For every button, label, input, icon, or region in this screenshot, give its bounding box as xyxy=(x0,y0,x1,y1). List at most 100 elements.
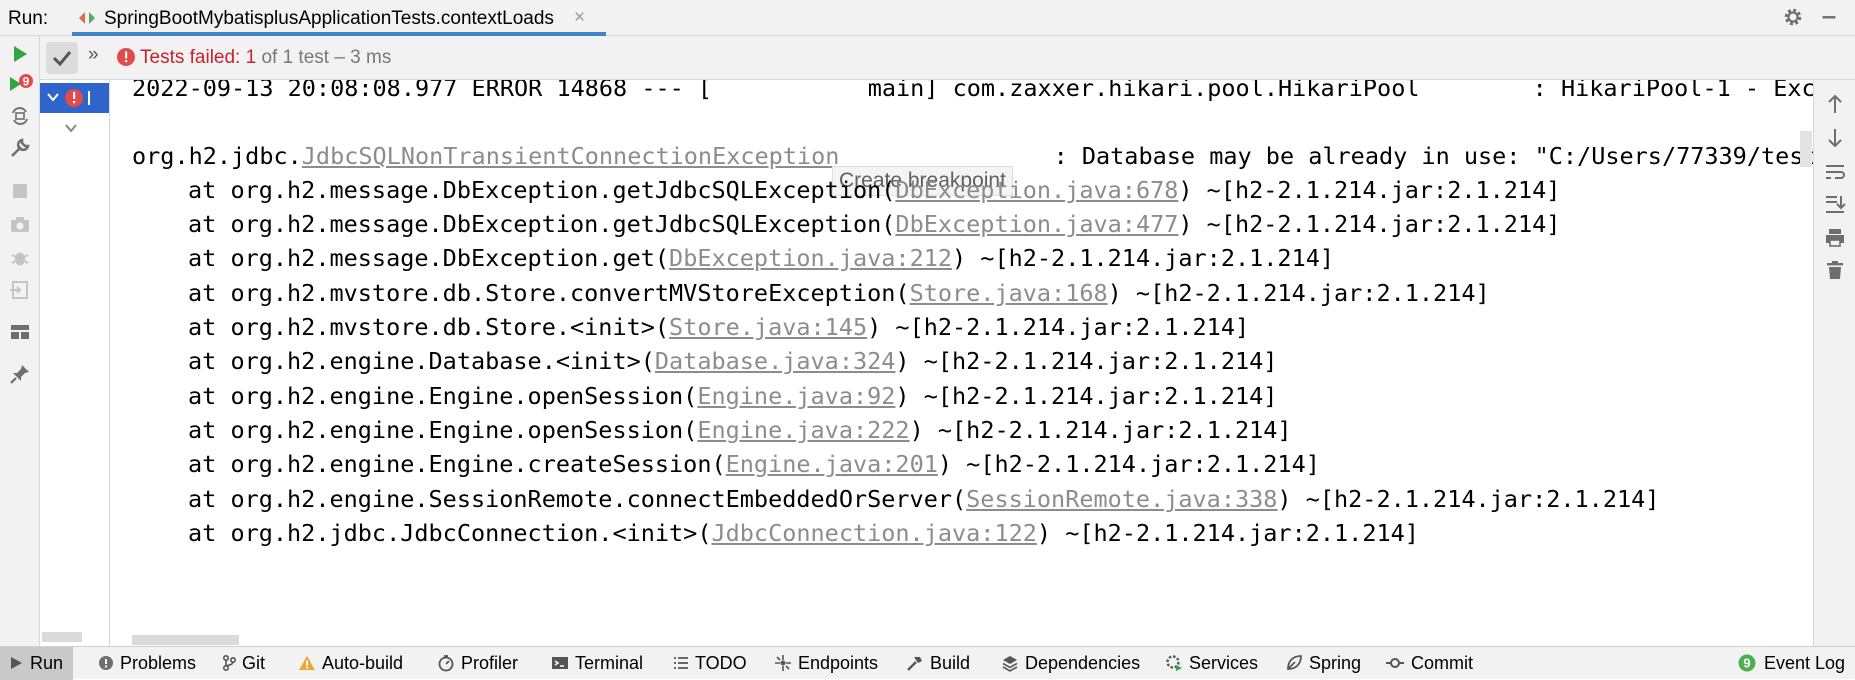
spring-leaf-icon xyxy=(1287,655,1302,671)
log-error-line: 2022-09-13 20:08:08.977 ERROR 14868 --- … xyxy=(132,80,1813,102)
toolwindow-git-button[interactable]: Git xyxy=(222,647,265,680)
svg-text:9: 9 xyxy=(1743,656,1750,671)
source-link[interactable]: Store.java:145 xyxy=(669,313,867,341)
stack-frame: at org.h2.jdbc.JdbcConnection.<init>(Jdb… xyxy=(188,519,1419,547)
toolwindow-services-button[interactable]: Services xyxy=(1165,647,1258,680)
source-link[interactable]: JdbcConnection.java:122 xyxy=(711,519,1036,547)
pin-icon[interactable] xyxy=(8,362,32,386)
toolwindow-run-button[interactable]: Run xyxy=(0,647,74,680)
stack-frame: at org.h2.message.DbException.getJdbcSQL… xyxy=(188,210,1561,238)
toggle-auto-test-icon[interactable] xyxy=(8,104,32,128)
toolwindow-endpoints-button[interactable]: Endpoints xyxy=(774,647,878,680)
test-diamond-icon xyxy=(78,10,96,31)
arrow-down-icon[interactable] xyxy=(1823,126,1847,150)
problems-icon xyxy=(99,656,113,671)
source-link[interactable]: Store.java:168 xyxy=(910,279,1108,307)
run-configuration-tab[interactable]: SpringBootMybatisplusApplicationTests.co… xyxy=(72,0,606,36)
close-tab-icon[interactable]: × xyxy=(574,7,585,29)
stack-frame: at org.h2.mvstore.db.Store.<init>(Store.… xyxy=(188,313,1250,341)
toolwindow-auto-build-button[interactable]: Auto-build xyxy=(298,647,403,680)
print-icon[interactable] xyxy=(1823,226,1847,250)
stack-frame: at org.h2.engine.Database.<init>(Databas… xyxy=(188,347,1278,375)
tests-total-duration: of 1 test – 3 ms xyxy=(256,47,392,68)
toolwindow-spring-button[interactable]: Spring xyxy=(1285,647,1361,680)
console-output[interactable]: 2022-09-13 20:08:08.977 ERROR 14868 --- … xyxy=(110,80,1813,646)
gear-icon[interactable] xyxy=(1782,6,1804,33)
tab-title: SpringBootMybatisplusApplicationTests.co… xyxy=(104,8,554,29)
source-link[interactable]: Engine.java:222 xyxy=(697,416,909,444)
exception-class-link[interactable]: JdbcSQLNonTransientConnectionException xyxy=(302,142,840,170)
run-label: Run: xyxy=(8,8,49,29)
tool-window-bar: Run Problems Git Auto-build Profiler Ter… xyxy=(0,646,1855,680)
check-icon xyxy=(52,51,72,67)
run-left-toolbar: 9 xyxy=(0,36,40,646)
stack-frame: at org.h2.engine.SessionRemote.connectEm… xyxy=(188,485,1660,513)
soft-wrap-icon[interactable] xyxy=(1823,160,1847,184)
endpoints-icon xyxy=(775,655,791,672)
warning-icon xyxy=(299,656,315,671)
rerun-failed-tests-icon[interactable]: 9 xyxy=(8,72,33,96)
error-icon xyxy=(116,47,136,72)
rerun-icon[interactable] xyxy=(8,42,32,66)
exit-icon[interactable] xyxy=(8,278,32,302)
stack-frame: at org.h2.message.DbException.get(DbExce… xyxy=(188,244,1335,272)
tree-row-root-test[interactable] xyxy=(40,83,109,113)
tree-horizontal-scrollbar[interactable] xyxy=(42,632,82,642)
layout-icon[interactable] xyxy=(8,320,32,344)
source-link[interactable]: Database.java:324 xyxy=(655,347,896,375)
toolwindow-event-log-button[interactable]: 9 Event Log xyxy=(1738,647,1845,680)
toolwindow-terminal-button[interactable]: Terminal xyxy=(551,647,643,680)
list-icon xyxy=(674,657,688,670)
show-passed-toggle[interactable] xyxy=(46,42,78,74)
test-status-bar: » Tests failed: 1 of 1 test – 3 ms xyxy=(40,36,1855,80)
expand-chevron-icon xyxy=(47,93,59,102)
toolwindow-problems-button[interactable]: Problems xyxy=(98,647,196,680)
source-link[interactable]: Engine.java:92 xyxy=(697,382,895,410)
more-actions-chevron[interactable]: » xyxy=(88,44,99,66)
scroll-to-end-icon[interactable] xyxy=(1823,192,1847,216)
source-link[interactable]: Engine.java:201 xyxy=(726,450,938,478)
toolwindow-commit-button[interactable]: Commit xyxy=(1385,647,1473,680)
toolwindow-todo-button[interactable]: TODO xyxy=(673,647,747,680)
event-log-badge-icon: 9 xyxy=(1738,654,1756,672)
stack-frame: at org.h2.engine.Engine.openSession(Engi… xyxy=(188,382,1278,410)
console-vertical-scrollbar[interactable] xyxy=(1800,131,1812,167)
run-toolwindow-header: Run: SpringBootMybatisplusApplicationTes… xyxy=(0,0,1855,36)
profiler-icon xyxy=(438,655,454,672)
stack-frame: at org.h2.engine.Engine.createSession(En… xyxy=(188,450,1320,478)
terminal-icon xyxy=(552,657,568,670)
stop-icon[interactable] xyxy=(8,179,32,203)
toolwindow-build-button[interactable]: Build xyxy=(906,647,970,680)
source-link[interactable]: DbException.java:678 xyxy=(895,176,1178,204)
commit-icon xyxy=(1386,658,1404,669)
toolwindow-dependencies-button[interactable]: Dependencies xyxy=(1001,647,1140,680)
console-horizontal-scrollbar[interactable] xyxy=(132,635,239,645)
wrench-icon[interactable] xyxy=(8,136,32,160)
play-icon xyxy=(11,657,22,670)
git-icon xyxy=(222,655,237,672)
source-link[interactable]: DbException.java:212 xyxy=(669,244,952,272)
console-right-toolbar xyxy=(1813,80,1855,646)
exception-message: : Database may be already in use: "C:/Us… xyxy=(1039,142,1813,170)
source-link[interactable]: SessionRemote.java:338 xyxy=(966,485,1277,513)
tests-failed-count: Tests failed: 1 xyxy=(140,47,257,68)
camera-icon[interactable] xyxy=(8,213,32,237)
failed-count-badge: 9 xyxy=(23,75,30,89)
hammer-icon xyxy=(907,657,922,672)
stack-frame: at org.h2.engine.Engine.openSession(Engi… xyxy=(188,416,1292,444)
minimize-icon[interactable] xyxy=(1818,6,1840,33)
arrow-up-icon[interactable] xyxy=(1823,92,1847,116)
tree-row-child[interactable] xyxy=(40,115,109,143)
test-tree xyxy=(40,80,110,646)
exception-package: org.h2.jdbc. xyxy=(132,142,302,170)
layers-icon xyxy=(1002,656,1018,673)
test-summary: Tests failed: 1 of 1 test – 3 ms xyxy=(140,47,391,69)
services-icon xyxy=(1166,655,1182,672)
stack-frame: at org.h2.message.DbException.getJdbcSQL… xyxy=(188,176,1561,204)
trash-icon[interactable] xyxy=(1823,258,1847,282)
toolwindow-profiler-button[interactable]: Profiler xyxy=(437,647,518,680)
expand-chevron-icon xyxy=(65,124,77,133)
stack-frame: at org.h2.mvstore.db.Store.convertMVStor… xyxy=(188,279,1490,307)
debug-bug-icon[interactable] xyxy=(8,246,32,270)
source-link[interactable]: DbException.java:477 xyxy=(895,210,1178,238)
